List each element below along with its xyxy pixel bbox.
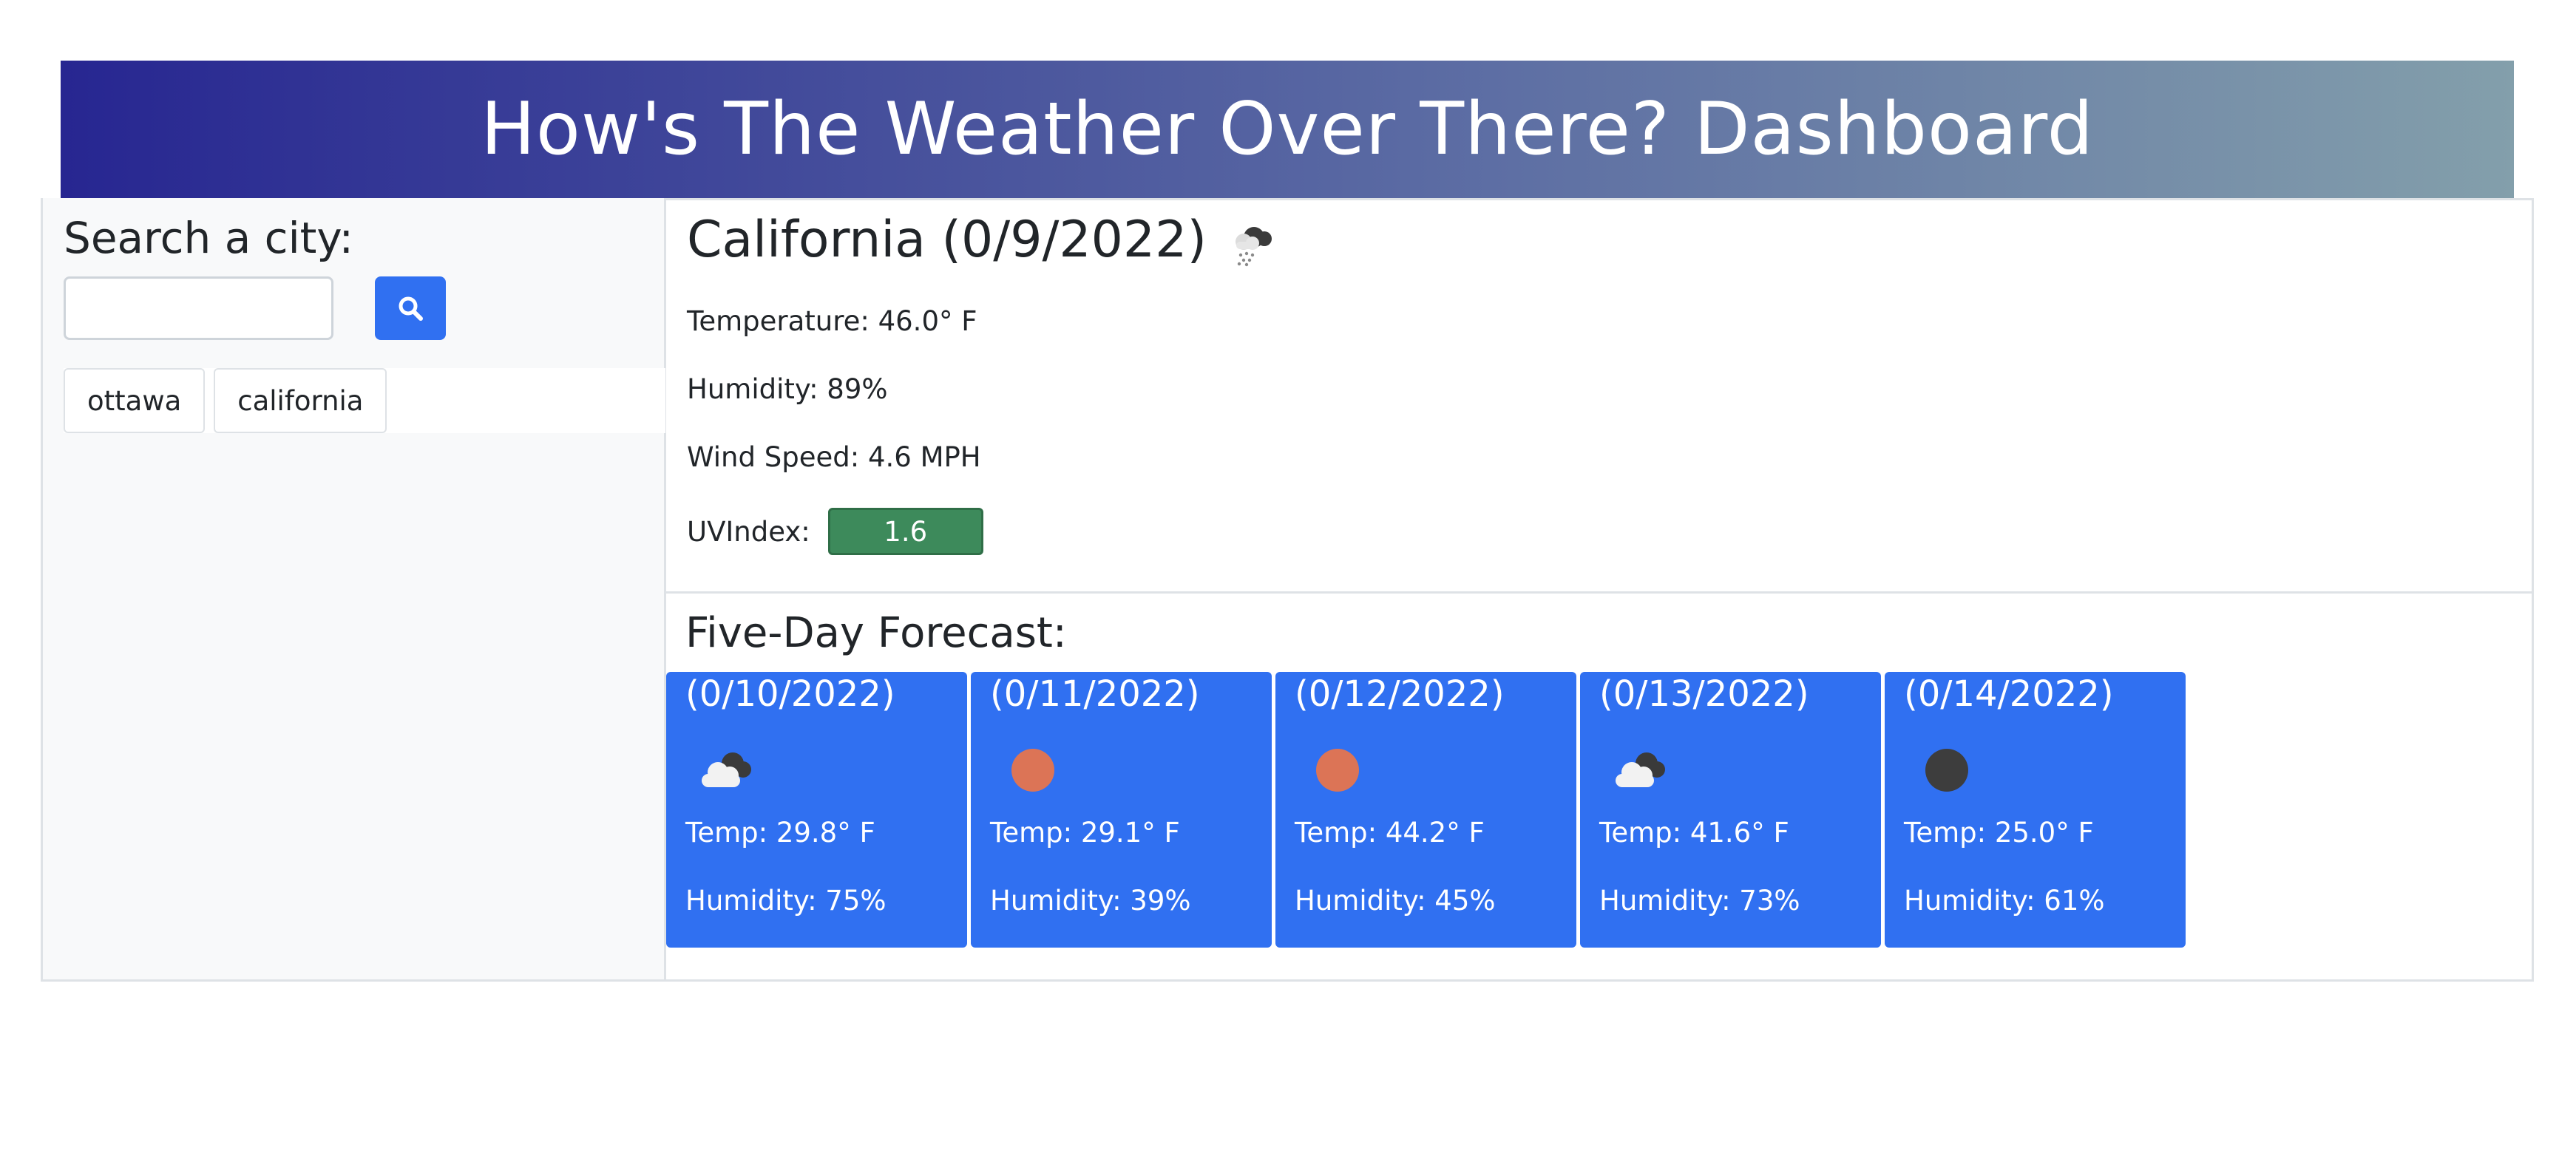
city-search-input[interactable] [64,276,333,340]
current-weather: California (0/9/2022) Temperature: 46.0°… [666,198,2534,594]
search-label: Search a city: [64,213,354,263]
current-temperature: Temperature: 46.0° F [687,305,977,337]
forecast-card: (0/14/2022) Temp: 25.0° F Humidity: 61% [1885,672,2186,948]
page-title: How's The Weather Over There? Dashboard [481,87,2094,171]
forecast-humidity: Humidity: 61% [1904,885,2105,917]
search-sidebar: Search a city: ottawa california [43,198,666,979]
current-wind-speed: Wind Speed: 4.6 MPH [687,441,981,473]
weather-main: California (0/9/2022) Temperature: 46.0°… [666,198,2534,979]
forecast-temp: Temp: 41.6° F [1599,817,1789,849]
forecast-temp: Temp: 25.0° F [1904,817,2094,849]
dashboard-container: Search a city: ottawa california Califor… [41,198,2534,982]
forecast-date: (0/10/2022) [685,673,895,715]
search-history: ottawa california [64,368,665,433]
forecast-cards: (0/10/2022) Temp: 29.8° F Humidity: 75% … [666,672,2186,948]
forecast-date: (0/14/2022) [1904,673,2114,715]
uv-index-badge: 1.6 [827,508,983,555]
forecast-date: (0/12/2022) [1295,673,1505,715]
forecast-temp: Temp: 44.2° F [1295,817,1485,849]
current-uv-row: UVIndex: 1.6 [687,508,983,555]
forecast-card: (0/13/2022) Temp: 41.6° F Humidity: 73% [1580,672,1881,948]
search-button[interactable] [375,276,446,340]
forecast-humidity: Humidity: 39% [990,885,1191,917]
history-item-california[interactable]: california [214,368,387,433]
clear-night-icon [1925,749,1968,792]
uv-label: UVIndex: [687,515,810,548]
forecast-humidity: Humidity: 75% [685,885,887,917]
search-icon [399,296,423,321]
current-city-title: California (0/9/2022) [687,211,1207,269]
forecast-card: (0/11/2022) Temp: 29.1° F Humidity: 39% [971,672,1272,948]
dashboard-header: How's The Weather Over There? Dashboard [61,61,2514,198]
current-city-heading: California (0/9/2022) [687,211,1278,269]
forecast-title: Five-Day Forecast: [685,609,1067,657]
forecast-date: (0/13/2022) [1599,673,1809,715]
clear-sun-icon [1011,749,1054,792]
forecast-date: (0/11/2022) [990,673,1200,715]
current-humidity: Humidity: 89% [687,373,888,405]
broken-clouds-icon [1616,752,1665,787]
forecast-card: (0/10/2022) Temp: 29.8° F Humidity: 75% [666,672,967,948]
broken-clouds-icon [702,752,751,787]
forecast-humidity: Humidity: 73% [1599,885,1800,917]
clear-sun-icon [1316,749,1359,792]
forecast-temp: Temp: 29.8° F [685,817,875,849]
forecast-temp: Temp: 29.1° F [990,817,1180,849]
forecast-card: (0/12/2022) Temp: 44.2° F Humidity: 45% [1275,672,1576,948]
history-item-ottawa[interactable]: ottawa [64,368,206,433]
forecast-humidity: Humidity: 45% [1295,885,1496,917]
snow-cloud-icon [1235,226,1272,266]
